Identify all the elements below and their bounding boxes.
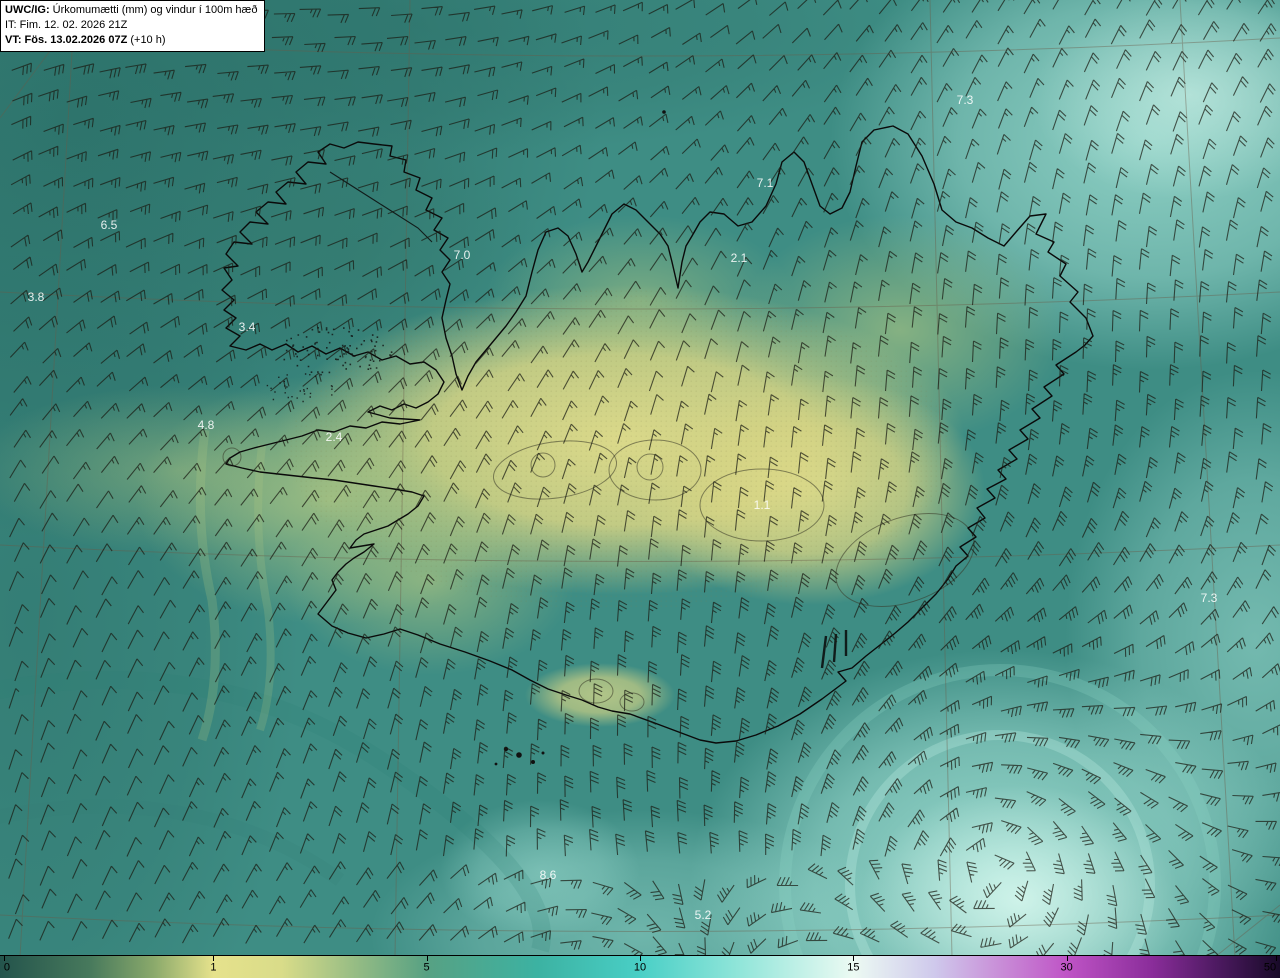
colorbar-tick-label: 1 [210, 961, 217, 974]
precip-field-background [0, 0, 1280, 957]
precip-value-label: 7.0 [454, 248, 471, 262]
colorbar-tick [426, 956, 428, 961]
colorbar-tick-label: 5 [423, 961, 430, 974]
precip-value-label: 2.4 [326, 430, 343, 444]
precip-value-label: 7.3 [1201, 591, 1218, 605]
colorbar-tick-label: 50 [1263, 961, 1277, 974]
product-title: Úrkomumætti (mm) og vindur í 100m hæð [49, 4, 258, 16]
colorbar-tick [640, 956, 641, 961]
precip-value-label: 1.1 [754, 498, 771, 512]
precip-value-label: 2.1 [731, 251, 748, 265]
product-title-line: UWC/IG: Úrkomumætti (mm) og vindur í 100… [5, 3, 257, 18]
precip-value-label: 3.4 [239, 320, 256, 334]
precip-value-label: 7.3 [957, 93, 974, 107]
colorbar-tick-label: 10 [633, 961, 647, 974]
colorbar-tick [1066, 956, 1068, 961]
valid-time-offset: (+10 h) [127, 33, 166, 46]
valid-time-line: VT: Fös. 13.02.2026 07Z (+10 h) [5, 33, 257, 48]
colorbar-tick-label: 15 [847, 961, 860, 974]
colorbar-tick-label: 0 [3, 961, 10, 974]
precip-colorbar: 0 1 5 10 15 30 50 [0, 955, 1280, 978]
weather-map-frame: 7.3 7.1 6.5 7.0 2.1 3.8 3.4 4.8 2.4 1.1 7.3 8.6 5.2 … [0, 0, 1280, 978]
colorbar-tick [1276, 956, 1278, 961]
precip-value-label: 4.8 [198, 418, 215, 432]
init-time-line: IT: Fim. 12. 02. 2026 21Z [5, 18, 128, 31]
valid-time: VT: Fös. 13.02.2026 07Z [5, 33, 128, 46]
precip-value-label: 6.5 [101, 218, 118, 232]
weather-map-canvas: 7.3 7.1 6.5 7.0 2.1 3.8 3.4 4.8 2.4 1.1 7.3 8.6 5.2 [0, 0, 1280, 957]
colorbar-tick [3, 956, 5, 961]
precip-value-label: 5.2 [695, 908, 712, 922]
map-info-box: UWC/IG: Úrkomumætti (mm) og vindur í 100… [0, 0, 266, 52]
colorbar-tick-label: 30 [1060, 961, 1073, 974]
precip-value-label: 7.1 [757, 176, 774, 190]
product-label: UWC/IG: [5, 4, 50, 16]
precip-value-label: 8.6 [540, 868, 557, 882]
colorbar-tick [853, 956, 855, 961]
colorbar-tick [213, 956, 215, 961]
precip-value-label: 3.8 [28, 290, 45, 304]
